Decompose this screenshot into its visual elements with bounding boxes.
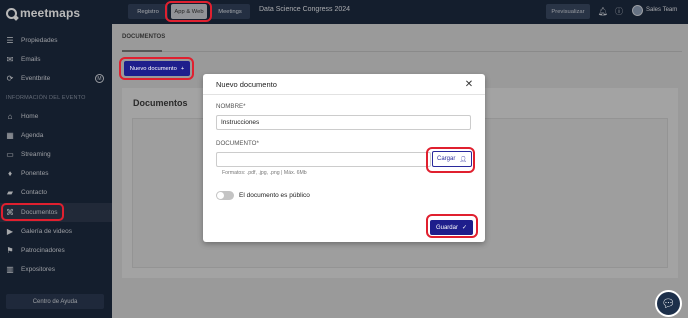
- tab-registro[interactable]: Registro: [128, 4, 168, 19]
- sidebar-item-home[interactable]: ⌂ Home: [0, 107, 112, 126]
- sidebar-item-propiedades[interactable]: ☰ Propiedades: [0, 31, 112, 50]
- list-icon: ☰: [6, 36, 14, 46]
- camera-icon: ▶: [6, 226, 14, 236]
- preview-button[interactable]: Previsualizar: [546, 4, 590, 19]
- sidebar-item-label: Ponentes: [21, 170, 49, 178]
- highlight-app-web: [165, 1, 212, 22]
- name-label: NOMBRE*: [216, 103, 246, 110]
- sidebar-item-ponentes[interactable]: ♦ Ponentes: [0, 164, 112, 183]
- format-hint: Formatos: .pdf, .jpg, .png | Máx. 6Mb: [222, 170, 307, 176]
- info-icon[interactable]: ⓘ: [614, 6, 624, 16]
- avatar[interactable]: [632, 5, 643, 16]
- help-center-button[interactable]: Centro de Ayuda: [6, 294, 104, 309]
- event-title: Data Science Congress 2024: [259, 6, 351, 13]
- sidebar-item-expositores[interactable]: ▥ Expositores: [0, 260, 112, 279]
- brand-logo[interactable]: meetmaps: [6, 6, 80, 20]
- sidebar-item-label: Patrocinadores: [21, 246, 65, 254]
- brand-name: meetmaps: [20, 6, 81, 20]
- sidebar-item-galeria-videos[interactable]: ▶ Galería de videos: [0, 222, 112, 241]
- sidebar-item-eventbrite[interactable]: ⟳ Eventbrite M: [0, 69, 112, 88]
- sidebar: meetmaps ☰ Propiedades ✉ Emails ⟳ Eventb…: [0, 0, 112, 318]
- public-toggle-label: El documento es público: [239, 192, 310, 199]
- sidebar-item-label: Propiedades: [21, 37, 58, 45]
- home-icon: ⌂: [7, 111, 13, 121]
- sidebar-item-label: Expositores: [21, 266, 55, 274]
- mail-icon: ✉: [6, 55, 14, 65]
- highlight-save: [426, 214, 478, 238]
- highlight-upload: [426, 147, 475, 173]
- sidebar-item-agenda[interactable]: ▦ Agenda: [0, 126, 112, 145]
- document-label: DOCUMENTO*: [216, 140, 259, 147]
- store-icon: ▥: [6, 265, 14, 275]
- sync-icon: ⟳: [6, 74, 14, 84]
- public-toggle[interactable]: [216, 191, 234, 200]
- tab-documentos[interactable]: DOCUMENTOS: [122, 34, 165, 40]
- sidebar-item-label: Agenda: [21, 131, 44, 139]
- sidebar-nav: ☰ Propiedades ✉ Emails ⟳ Eventbrite M IN…: [0, 31, 112, 279]
- highlight-new-document: [119, 57, 194, 80]
- bell-icon[interactable]: 🔔︎: [598, 6, 608, 16]
- name-input[interactable]: Instrucciones: [216, 115, 471, 130]
- sidebar-item-contacto[interactable]: ▰ Contacto: [0, 183, 112, 202]
- sidebar-item-label: Emails: [21, 56, 41, 64]
- card-title: Documentos: [133, 98, 188, 108]
- sidebar-item-label: Contacto: [21, 189, 48, 197]
- logo-icon: [6, 7, 17, 19]
- sidebar-item-label: Streaming: [21, 151, 51, 159]
- eventbrite-badge: M: [95, 74, 104, 84]
- sidebar-item-emails[interactable]: ✉ Emails: [0, 50, 112, 69]
- calendar-icon: ▦: [6, 130, 14, 140]
- sidebar-item-label: Galería de videos: [21, 227, 72, 235]
- sidebar-item-label: Eventbrite: [21, 75, 51, 83]
- sidebar-item-streaming[interactable]: ▭ Streaming: [0, 145, 112, 164]
- modal-header: Nuevo documento ✕: [203, 74, 485, 95]
- flag-icon: ⚑: [6, 245, 14, 255]
- video-icon: ▭: [6, 150, 14, 160]
- user-name[interactable]: Sales Team: [646, 7, 677, 13]
- sidebar-section-label: INFORMACIÓN DEL EVENTO: [6, 94, 86, 101]
- chat-support-icon[interactable]: 💬︎: [655, 290, 682, 317]
- chat-icon: ▰: [6, 188, 14, 198]
- content-tabs: [122, 30, 682, 52]
- close-icon[interactable]: ✕: [463, 78, 475, 90]
- modal-title: Nuevo documento: [216, 80, 277, 89]
- sidebar-item-patrocinadores[interactable]: ⚑ Patrocinadores: [0, 241, 112, 260]
- highlight-documentos: [1, 203, 64, 221]
- active-tab-indicator: [122, 50, 162, 52]
- sidebar-item-label: Home: [21, 112, 39, 120]
- tab-meetings[interactable]: Meetings: [210, 4, 250, 19]
- document-file-input[interactable]: [216, 152, 431, 167]
- microphone-icon: ♦: [7, 169, 13, 179]
